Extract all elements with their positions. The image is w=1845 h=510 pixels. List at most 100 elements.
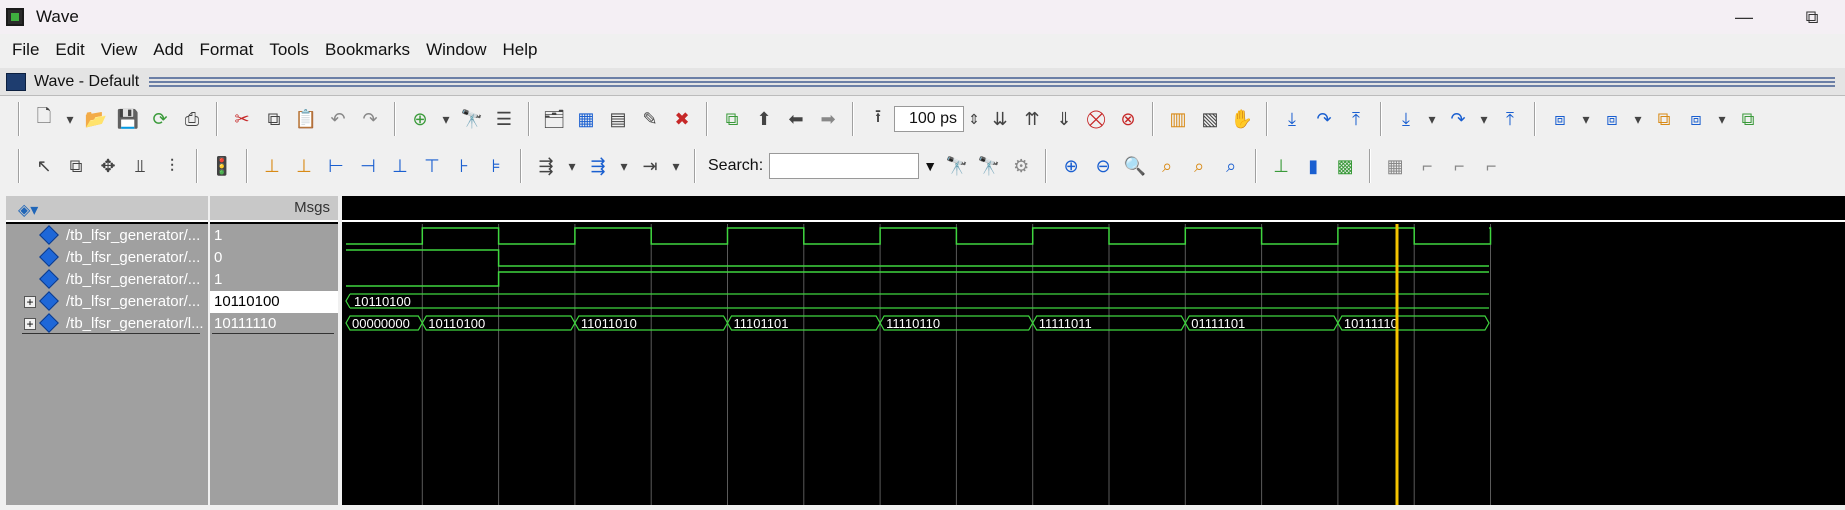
menu-file[interactable]: File [4,36,47,64]
dropdown-arrow-icon[interactable]: ▾ [615,153,633,179]
paste-icon[interactable]: 📋 [293,106,319,132]
step-out-icon[interactable]: ⤒ [1343,106,1369,132]
traffic-light-icon[interactable]: 🚦 [209,153,235,179]
dataset-icon[interactable]: 🗂 [541,106,567,132]
signal-value[interactable]: 1 [210,269,338,291]
zoom-mode-icon[interactable]: ⧉ [63,153,89,179]
signal-row[interactable]: /tb_lfsr_generator/... [6,269,208,291]
continue-icon[interactable]: ⇈ [1019,106,1045,132]
step-icon[interactable]: ⤓ [1279,106,1305,132]
break-icon[interactable]: ⛒ [1083,106,1109,132]
wave-edit-icon[interactable]: ⧉ [1651,106,1677,132]
wave-compare-icon[interactable]: ⧈ [1547,106,1573,132]
edge-step-alt-icon[interactable]: ⌐ [1478,153,1504,179]
performance-icon[interactable]: ▥ [1165,106,1191,132]
step-over-alt-icon[interactable]: ↷ [1445,106,1471,132]
expand-plus-icon[interactable]: + [24,318,36,330]
insert-cursor-icon[interactable]: ⊥ [259,153,285,179]
hand-icon[interactable]: ✋ [1229,106,1255,132]
open-folder-icon[interactable]: 📂 [83,106,109,132]
search-dropdown-icon[interactable]: ▼ [919,153,941,179]
memory-icon[interactable]: ▦ [573,106,599,132]
search-next-icon[interactable]: 🔭 [976,153,1002,179]
next-edge-icon[interactable]: ⊣ [355,153,381,179]
list-window-icon[interactable]: ▤ [605,106,631,132]
print-icon[interactable]: ⎙ [179,106,205,132]
time-mode-icon[interactable]: ⇥ [637,153,663,179]
format-list-icon[interactable]: ☰ [491,106,517,132]
right-arrow-icon[interactable]: ➡ [815,106,841,132]
dropdown-arrow-icon[interactable]: ▾ [61,106,79,132]
prev-falling-icon[interactable]: ⊥ [387,153,413,179]
cut-icon[interactable]: ✂ [229,106,255,132]
menu-help[interactable]: Help [495,36,546,64]
zoom-cursor-icon[interactable]: ⌕ [1154,153,1180,179]
signal-row[interactable]: /tb_lfsr_generator/... [6,247,208,269]
search-prev-icon[interactable]: 🔭 [944,153,970,179]
dropdown-arrow-icon[interactable]: ▾ [1577,106,1595,132]
zoom-full-icon[interactable]: 🔍 [1122,153,1148,179]
delete-cursor-icon[interactable]: ⊥ [291,153,317,179]
cursor-block-icon[interactable]: ▩ [1332,153,1358,179]
step-over-icon[interactable]: ↷ [1311,106,1337,132]
signal-value[interactable]: 0 [210,247,338,269]
cursor-line-icon[interactable]: ⊥ [1268,153,1294,179]
signal-value-selected[interactable]: 10110100 [210,291,338,313]
dropdown-arrow-icon[interactable]: ▾ [667,153,685,179]
wave-tool-icon[interactable]: ⧈ [1683,106,1709,132]
wave-export-icon[interactable]: ⧉ [1735,106,1761,132]
menu-format[interactable]: Format [192,36,262,64]
edit-list-icon[interactable]: ✎ [637,106,663,132]
copy-window-icon[interactable]: ⧉ [719,106,745,132]
menu-add[interactable]: Add [145,36,191,64]
wave-compare-2-icon[interactable]: ⧈ [1599,106,1625,132]
signal-row[interactable]: + /tb_lfsr_generator/... [6,291,208,313]
collapse-time-icon[interactable]: ⇶ [585,153,611,179]
signal-value[interactable]: 1 [210,225,338,247]
menu-edit[interactable]: Edit [47,36,92,64]
delete-list-icon[interactable]: ✖ [669,106,695,132]
names-header[interactable]: ◈▾ [6,196,208,222]
menu-window[interactable]: Window [418,36,494,64]
menu-tools[interactable]: Tools [261,36,317,64]
signal-value[interactable]: 10111110 [210,313,338,335]
run-length-icon[interactable]: ⭱ [865,106,891,132]
expand-plus-icon[interactable]: + [24,296,36,308]
signal-row[interactable]: /tb_lfsr_generator/... [6,225,208,247]
pan-mode-icon[interactable]: ✥ [95,153,121,179]
dropdown-arrow-icon[interactable]: ▾ [1713,106,1731,132]
expand-time-icon[interactable]: ⇶ [533,153,559,179]
grid-icon[interactable]: ▦ [1382,153,1408,179]
memory-profile-icon[interactable]: ▧ [1197,106,1223,132]
dropdown-arrow-icon[interactable]: ▾ [437,106,455,132]
signal-filter-icon[interactable]: ◈▾ [18,200,38,220]
dropdown-arrow-icon[interactable]: ▾ [1423,106,1441,132]
prev-edge-icon[interactable]: ⊢ [323,153,349,179]
undo-icon[interactable]: ↶ [325,106,351,132]
run-all-icon[interactable]: ⇓ [1051,106,1077,132]
menu-view[interactable]: View [93,36,146,64]
new-file-icon[interactable]: 🗋 [31,106,57,132]
dropdown-arrow-icon[interactable]: ▾ [563,153,581,179]
spinner-icon[interactable]: ⇕ [965,106,983,132]
left-arrow-icon[interactable]: ⬅ [783,106,809,132]
step-out-alt-icon[interactable]: ⤒ [1497,106,1523,132]
wave-subwindow-bar[interactable]: Wave - Default [0,68,1845,96]
save-icon[interactable]: 💾 [115,106,141,132]
stop-icon[interactable]: ⊗ [1115,106,1141,132]
up-arrow-icon[interactable]: ⬆ [751,106,777,132]
redo-icon[interactable]: ↷ [357,106,383,132]
wave-mode-icon[interactable]: ⫶ [159,153,185,179]
next-falling-icon[interactable]: ⊤ [419,153,445,179]
zoom-out-icon[interactable]: ⊖ [1090,153,1116,179]
select-pointer-icon[interactable]: ↖ [31,153,57,179]
signal-row[interactable]: + /tb_lfsr_generator/l... [6,313,208,335]
waveform-pane[interactable]: 10110100 00000000 10110100 11011010 11101101… [342,224,1845,505]
add-icon[interactable]: ⊕ [407,106,433,132]
minimize-button[interactable]: — [1724,4,1764,30]
next-rising-icon[interactable]: ⊧ [483,153,509,179]
zoom-in-icon[interactable]: ⊕ [1058,153,1084,179]
dropdown-arrow-icon[interactable]: ▾ [1475,106,1493,132]
search-input[interactable] [769,153,920,179]
run-icon[interactable]: ⇊ [987,106,1013,132]
